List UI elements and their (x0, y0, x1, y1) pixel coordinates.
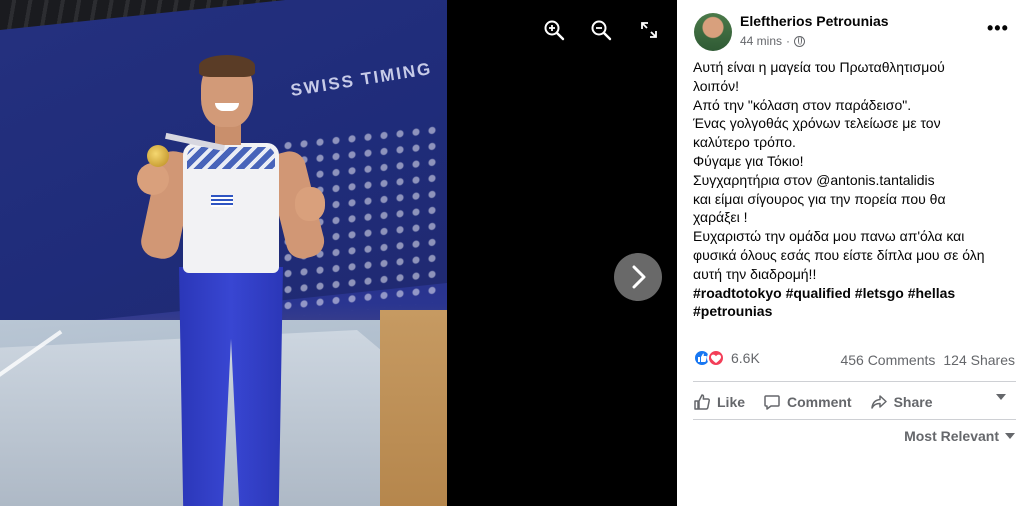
post-line: Από την "κόλαση στον παράδεισο". (693, 96, 912, 113)
comment-label: Comment (787, 394, 852, 410)
photo-wood-floor (380, 310, 447, 506)
audience-dropdown-caret[interactable] (996, 394, 1006, 400)
like-label: Like (717, 394, 746, 410)
love-reaction-icon (707, 349, 725, 367)
post-line: χαράξει ! (693, 209, 748, 226)
comment-icon (764, 395, 780, 410)
reaction-count: 6.6K (731, 350, 760, 366)
hashtags-line[interactable]: #roadtotokyo #qualified #letsgo #hellas (693, 284, 1011, 303)
reactions-summary[interactable]: 6.6K (693, 349, 760, 367)
athlete-right-fist (295, 187, 325, 221)
post-author-name[interactable]: Eleftherios Petrounias (740, 13, 889, 29)
photo-viewer: SWISS TIMING (0, 0, 677, 506)
comments-count[interactable]: 456 Comments (840, 352, 935, 368)
post-meta: 44 mins · (740, 34, 806, 48)
share-label: Share (893, 394, 933, 410)
athlete-figure (135, 55, 335, 506)
athlete-pants (179, 267, 283, 506)
post-line: λοιπόν! (693, 77, 740, 94)
photo-post-viewer: SWISS TIMING Eleftherios Petrounias 44 m… (0, 0, 1024, 506)
zoom-in-icon[interactable] (543, 19, 565, 41)
share-button[interactable]: Share (870, 393, 933, 411)
gold-medal (147, 145, 169, 167)
post-line: Ευχαριστώ την ομάδα μου πανω απ'όλα και (693, 228, 965, 245)
post-line: φυσικά όλους εσάς που είστε δίπλα μου σε… (693, 246, 985, 263)
like-button[interactable]: Like (693, 393, 745, 411)
comment-sort-dropdown[interactable]: Most Relevant (904, 428, 1015, 444)
next-photo-button[interactable] (614, 253, 662, 301)
post-line: και είμαι σίγουρος για την πορεία που θα (693, 190, 946, 207)
comment-button[interactable]: Comment (763, 393, 852, 411)
athlete-hair (199, 55, 255, 77)
greek-flag-patch (211, 195, 233, 207)
shares-count[interactable]: 124 Shares (943, 352, 1015, 368)
globe-icon (794, 35, 806, 47)
athlete-shirt-trim (187, 147, 275, 169)
more-options-button[interactable]: ••• (987, 18, 1009, 39)
sort-label: Most Relevant (904, 428, 999, 444)
post-line: Φύγαμε για Τόκιο! (693, 152, 804, 169)
chevron-down-icon (1005, 433, 1015, 439)
post-line: Αυτή είναι η μαγεία του Πρωταθλητισμού (693, 59, 945, 75)
chevron-right-icon (632, 265, 646, 289)
post-time[interactable]: 44 mins (740, 34, 782, 48)
post-line: Ένας γολγοθάς χρόνων τελείωσε με τον (693, 115, 941, 132)
fullscreen-icon[interactable] (638, 19, 660, 41)
avatar[interactable] (694, 13, 732, 51)
zoom-out-icon[interactable] (590, 19, 612, 41)
athlete-left-fist (137, 163, 169, 195)
hashtags-line[interactable]: #petrounias (693, 302, 1011, 321)
post-text: Αυτή είναι η μαγεία του Πρωταθλητισμού λ… (693, 58, 1011, 321)
post-line: καλύτερο τρόπο. (693, 134, 796, 151)
divider (693, 419, 1016, 420)
post-line: Συγχαρητήρια στον @antonis.tantalidis (693, 171, 935, 188)
post-actions: Like Comment Share (693, 389, 1016, 415)
post-photo[interactable]: SWISS TIMING (0, 0, 447, 506)
thumbs-up-icon (694, 394, 710, 410)
post-panel: Eleftherios Petrounias 44 mins · ••• Αυτ… (677, 0, 1024, 506)
divider (693, 381, 1016, 382)
share-icon (870, 395, 887, 409)
meta-separator: · (786, 34, 791, 48)
post-line: αυτή την διαδρομή!! (693, 265, 817, 282)
post-stats: 456 Comments 124 Shares (840, 352, 1015, 368)
